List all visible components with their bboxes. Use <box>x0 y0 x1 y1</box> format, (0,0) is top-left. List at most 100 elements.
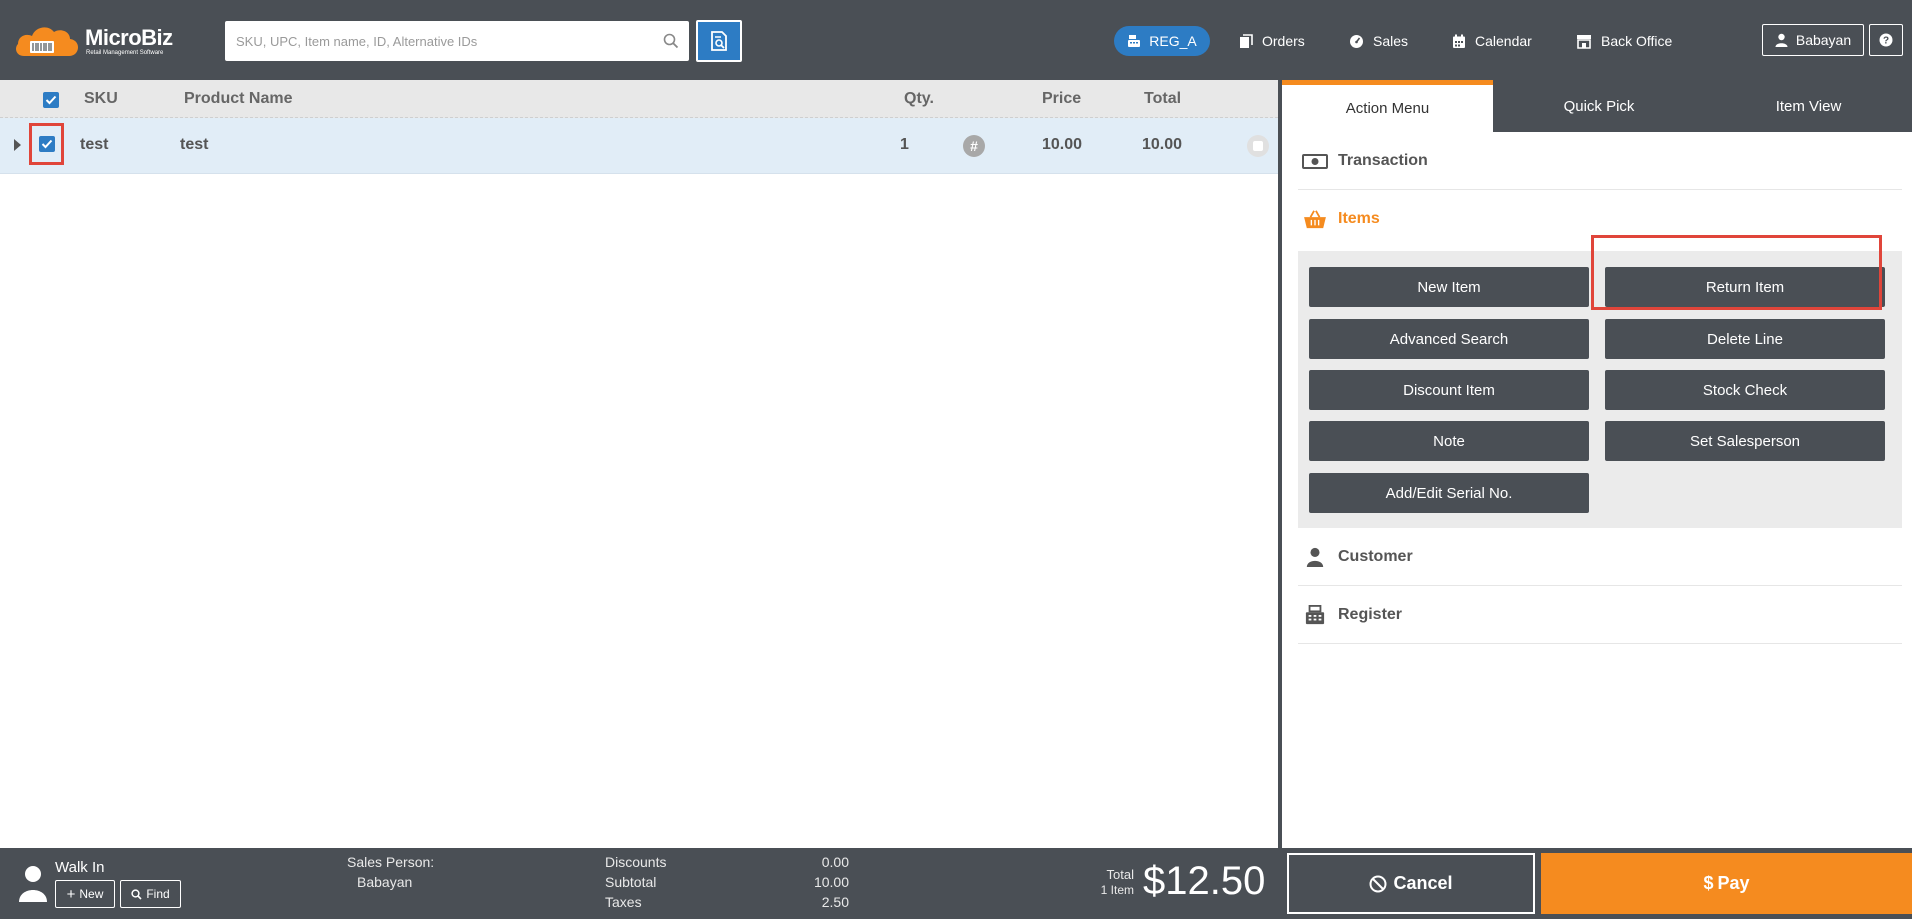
section-items-label: Items <box>1338 210 1380 227</box>
column-qty[interactable]: Qty. <box>904 90 934 108</box>
top-bar: MicroBiz Retail Management Software REG_… <box>0 0 1912 80</box>
add-edit-serial-button[interactable]: Add/Edit Serial No. <box>1309 473 1589 513</box>
stock-check-button[interactable]: Stock Check <box>1605 370 1885 410</box>
money-icon <box>1302 154 1328 169</box>
document-search-icon <box>711 31 727 51</box>
delete-line-button[interactable]: Delete Line <box>1605 319 1885 359</box>
basket-icon <box>1304 210 1326 229</box>
total-amount: $12.50 <box>1143 859 1266 903</box>
discounts-label: Discounts <box>605 854 667 870</box>
row-price[interactable]: 10.00 <box>1042 136 1082 154</box>
search-input[interactable] <box>225 21 645 61</box>
row-sku: test <box>80 136 109 153</box>
column-price[interactable]: Price <box>1042 90 1081 108</box>
nav-sales-label: Sales <box>1373 33 1409 49</box>
pay-label: Pay <box>1717 873 1750 893</box>
select-all-checkbox[interactable] <box>43 92 59 108</box>
expand-row-icon[interactable] <box>14 139 21 151</box>
find-customer-button[interactable]: Find <box>120 880 181 908</box>
tab-action-menu[interactable]: Action Menu <box>1282 80 1493 132</box>
hash-icon[interactable]: # <box>963 135 985 157</box>
nav-calendar-label: Calendar <box>1475 33 1532 49</box>
user-icon <box>1775 33 1788 47</box>
find-customer-label: Find <box>146 887 170 901</box>
total-label: Total <box>1106 867 1134 882</box>
question-icon: ? <box>1879 33 1893 47</box>
column-product-name[interactable]: Product Name <box>184 90 292 108</box>
sales-person-value[interactable]: Babayan <box>357 874 412 890</box>
taxes-row: Taxes 2.50 <box>605 894 849 910</box>
advanced-search-button[interactable]: Advanced Search <box>1309 319 1589 359</box>
checkmark-icon <box>41 139 52 149</box>
tab-item-view[interactable]: Item View <box>1705 80 1912 132</box>
nav-sales[interactable]: Sales <box>1349 26 1408 56</box>
cart-grid: SKU Product Name Qty. Price Total test t… <box>0 80 1278 848</box>
sales-person-label: Sales Person: <box>347 854 435 870</box>
discount-item-button[interactable]: Discount Item <box>1309 370 1589 410</box>
grid-header: SKU Product Name Qty. Price Total <box>0 80 1278 118</box>
note-button[interactable]: Note <box>1309 421 1589 461</box>
store-icon <box>1577 34 1591 49</box>
checkmark-icon <box>45 95 57 105</box>
orders-icon <box>1240 33 1253 48</box>
nav-back-office[interactable]: Back Office <box>1576 26 1672 56</box>
subtotal-row: Subtotal 10.00 <box>605 874 849 890</box>
new-customer-button[interactable]: + New <box>55 880 115 908</box>
register-selector[interactable]: REG_A <box>1114 26 1210 56</box>
search-icon <box>131 888 142 900</box>
brand-tagline: Retail Management Software <box>86 50 164 56</box>
set-salesperson-button[interactable]: Set Salesperson <box>1605 421 1885 461</box>
subtotal-label: Subtotal <box>605 874 657 890</box>
brand-name: MicroBiz <box>85 25 173 50</box>
subtotal-value: 10.00 <box>813 874 849 890</box>
tab-quick-pick[interactable]: Quick Pick <box>1493 80 1705 132</box>
brand-logo[interactable]: MicroBiz Retail Management Software <box>14 20 184 60</box>
column-total[interactable]: Total <box>1144 90 1181 108</box>
pay-button[interactable]: $ Pay <box>1541 853 1912 914</box>
help-button[interactable]: ? <box>1869 24 1903 56</box>
section-transaction-label: Transaction <box>1338 151 1428 169</box>
row-option-icon[interactable] <box>1247 135 1269 157</box>
row-qty[interactable]: 1 <box>900 136 909 154</box>
column-sku[interactable]: SKU <box>84 90 118 108</box>
section-register-label: Register <box>1338 605 1403 623</box>
nav-orders-label: Orders <box>1262 33 1305 49</box>
section-customer[interactable]: Customer <box>1298 528 1902 586</box>
item-lookup-button[interactable] <box>696 20 742 62</box>
section-register[interactable]: Register <box>1298 586 1902 644</box>
row-total: 10.00 <box>1142 136 1183 153</box>
nav-calendar[interactable]: Calendar <box>1452 26 1532 56</box>
section-transaction[interactable]: Transaction <box>1298 132 1902 190</box>
taxes-label: Taxes <box>605 894 642 910</box>
user-menu-button[interactable]: Babayan <box>1762 24 1864 56</box>
section-items[interactable]: Items <box>1298 190 1902 248</box>
new-customer-label: New <box>79 887 104 901</box>
bottom-bar: Walk In + New Find Sales Person: Babayan… <box>0 848 1912 919</box>
cancel-button[interactable]: Cancel <box>1287 853 1535 914</box>
search-icon[interactable] <box>663 33 679 49</box>
svg-text:?: ? <box>1883 36 1889 47</box>
discounts-row: Discounts 0.00 <box>605 854 849 870</box>
sales-gauge-icon <box>1350 34 1363 48</box>
calendar-icon <box>1453 34 1465 48</box>
action-panel: Action Menu Quick Pick Item View Transac… <box>1282 80 1912 848</box>
items-actions-grid: New Item Return Item Advanced Search Del… <box>1298 251 1902 528</box>
return-item-button[interactable]: Return Item <box>1605 267 1885 307</box>
panel-tabs: Action Menu Quick Pick Item View <box>1282 80 1912 132</box>
plus-icon: + <box>66 885 76 903</box>
customer-name[interactable]: Walk In <box>55 859 104 876</box>
customer-avatar-icon <box>19 866 47 902</box>
discounts-value: 0.00 <box>821 854 849 870</box>
register-label: REG_A <box>1149 33 1197 49</box>
new-item-button[interactable]: New Item <box>1309 267 1589 307</box>
row-product-name: test <box>180 136 209 153</box>
row-checkbox[interactable] <box>38 136 55 152</box>
cash-register-icon <box>1128 35 1141 47</box>
nav-orders[interactable]: Orders <box>1239 26 1305 56</box>
dollar-icon: $ <box>1703 873 1714 893</box>
cash-register-icon <box>1305 605 1325 625</box>
cloud-logo-icon <box>16 27 78 56</box>
table-row[interactable]: test test 1 # 10.00 10.00 <box>0 118 1278 174</box>
row-checkbox-highlight <box>29 123 64 165</box>
ban-icon <box>1369 875 1387 892</box>
